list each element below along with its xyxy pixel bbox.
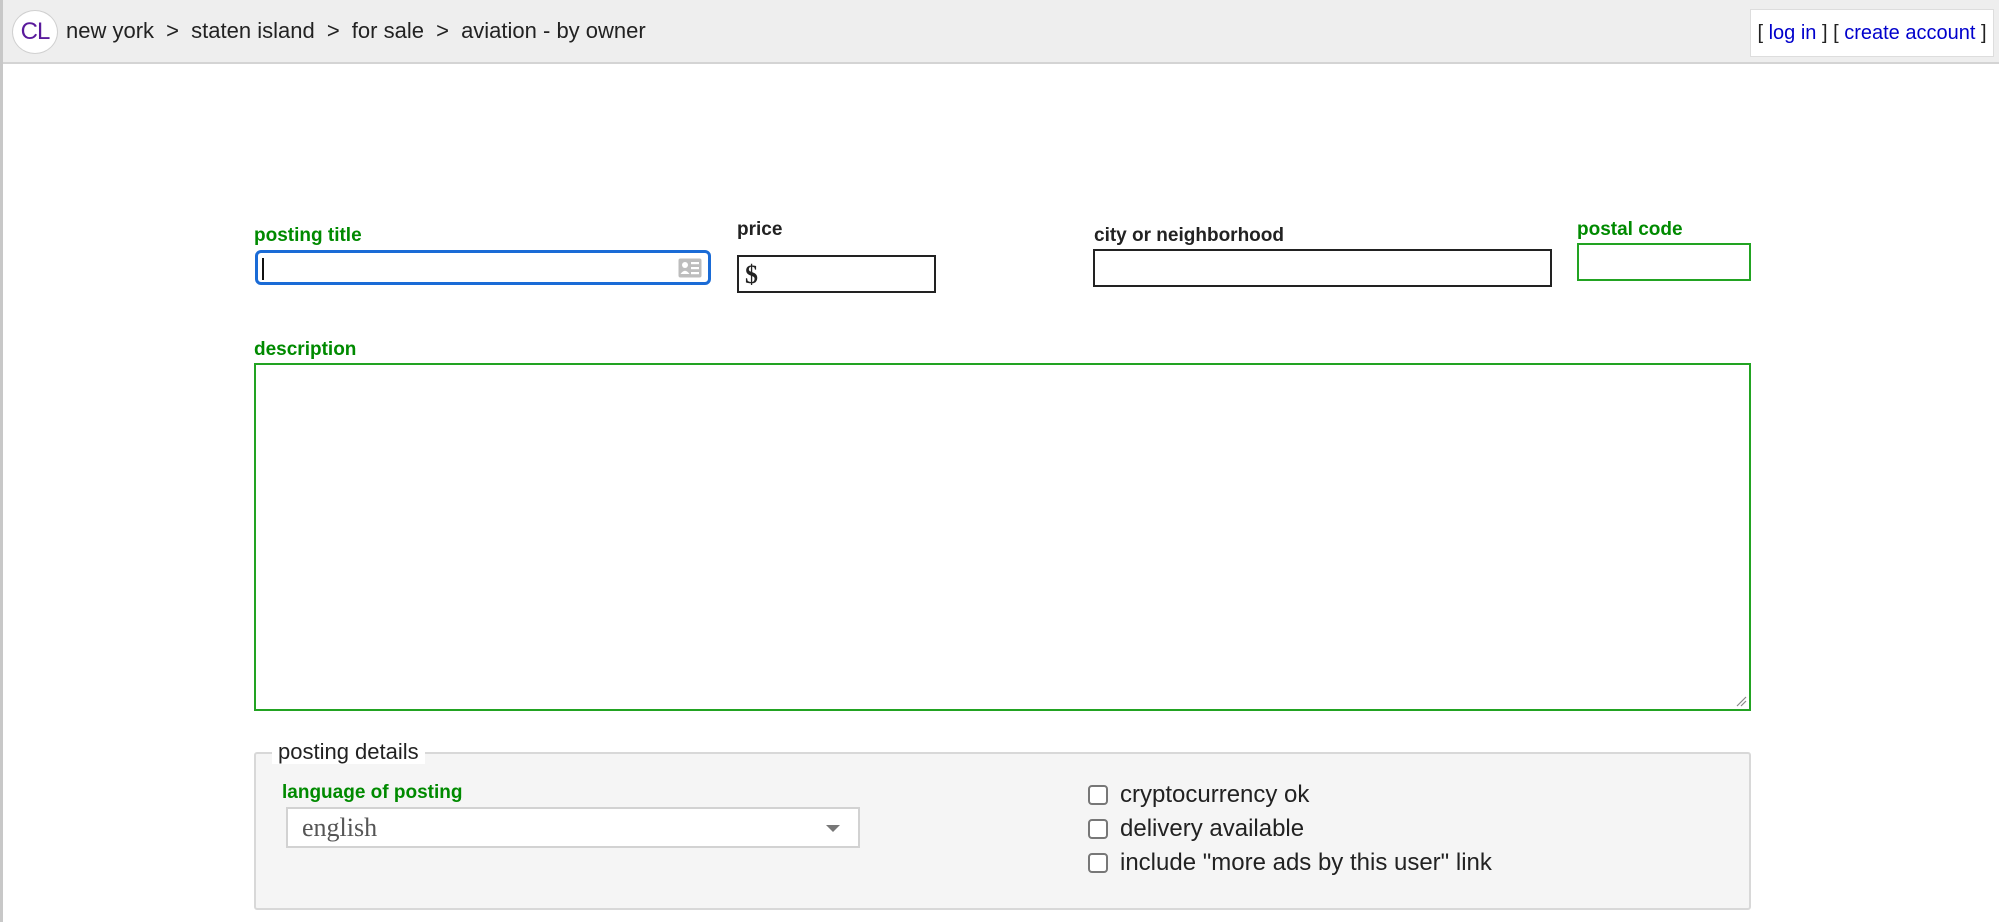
- postal-code-input[interactable]: [1577, 243, 1751, 281]
- language-select[interactable]: english: [286, 807, 860, 848]
- city-label: city or neighborhood: [1094, 225, 1284, 246]
- bracket: [: [1833, 22, 1839, 44]
- language-selected-value: english: [302, 813, 378, 842]
- posting-details-fieldset: posting details language of posting engl…: [254, 740, 1751, 910]
- checkbox-label: delivery available: [1120, 815, 1305, 842]
- posting-title-label: posting title: [254, 225, 362, 246]
- resize-handle-icon[interactable]: [1735, 695, 1747, 707]
- description-textarea[interactable]: [254, 363, 1751, 711]
- account-links: [ log in ] [ create account ]: [1750, 9, 1994, 57]
- window-edge: [0, 0, 3, 922]
- price-input[interactable]: $: [737, 255, 936, 293]
- posting-title-input[interactable]: [255, 250, 711, 285]
- text-caret: [262, 258, 264, 280]
- price-label: price: [737, 219, 783, 240]
- checkbox-label: include "more ads by this user" link: [1120, 849, 1492, 876]
- breadcrumb-separator: >: [166, 18, 180, 43]
- breadcrumb-item[interactable]: for sale: [352, 18, 424, 43]
- create-account-link[interactable]: create account: [1844, 22, 1975, 44]
- breadcrumb-item[interactable]: aviation - by owner: [461, 18, 646, 43]
- checkbox-label: cryptocurrency ok: [1120, 781, 1310, 808]
- more-ads-link-checkbox[interactable]: [1088, 853, 1108, 873]
- delivery-available-checkbox[interactable]: [1088, 819, 1108, 839]
- posting-details-legend: posting details: [272, 740, 425, 764]
- login-link[interactable]: log in: [1769, 22, 1817, 44]
- cryptocurrency-ok-checkbox[interactable]: [1088, 785, 1108, 805]
- bracket: [: [1757, 22, 1764, 44]
- postal-code-label: postal code: [1577, 219, 1683, 240]
- bracket: ]: [1980, 22, 1987, 44]
- dollar-sign: $: [745, 260, 758, 289]
- breadcrumb-item[interactable]: new york: [66, 18, 154, 43]
- more-ads-link-option[interactable]: include "more ads by this user" link: [1088, 849, 1492, 877]
- contact-card-icon[interactable]: [678, 258, 702, 278]
- language-label: language of posting: [282, 782, 463, 803]
- bracket: ]: [1821, 22, 1828, 44]
- delivery-available-option[interactable]: delivery available: [1088, 815, 1304, 843]
- city-input[interactable]: [1093, 249, 1552, 287]
- breadcrumb-separator: >: [436, 18, 449, 43]
- breadcrumb: new york > staten island > for sale > av…: [66, 18, 646, 44]
- breadcrumb-separator: >: [326, 18, 340, 43]
- description-label: description: [254, 339, 357, 360]
- page-header: CL new york > staten island > for sale >…: [3, 0, 1999, 64]
- craigslist-logo[interactable]: CL: [12, 10, 58, 54]
- cryptocurrency-ok-option[interactable]: cryptocurrency ok: [1088, 781, 1309, 809]
- chevron-down-icon: [826, 825, 840, 832]
- breadcrumb-item[interactable]: staten island: [191, 18, 315, 43]
